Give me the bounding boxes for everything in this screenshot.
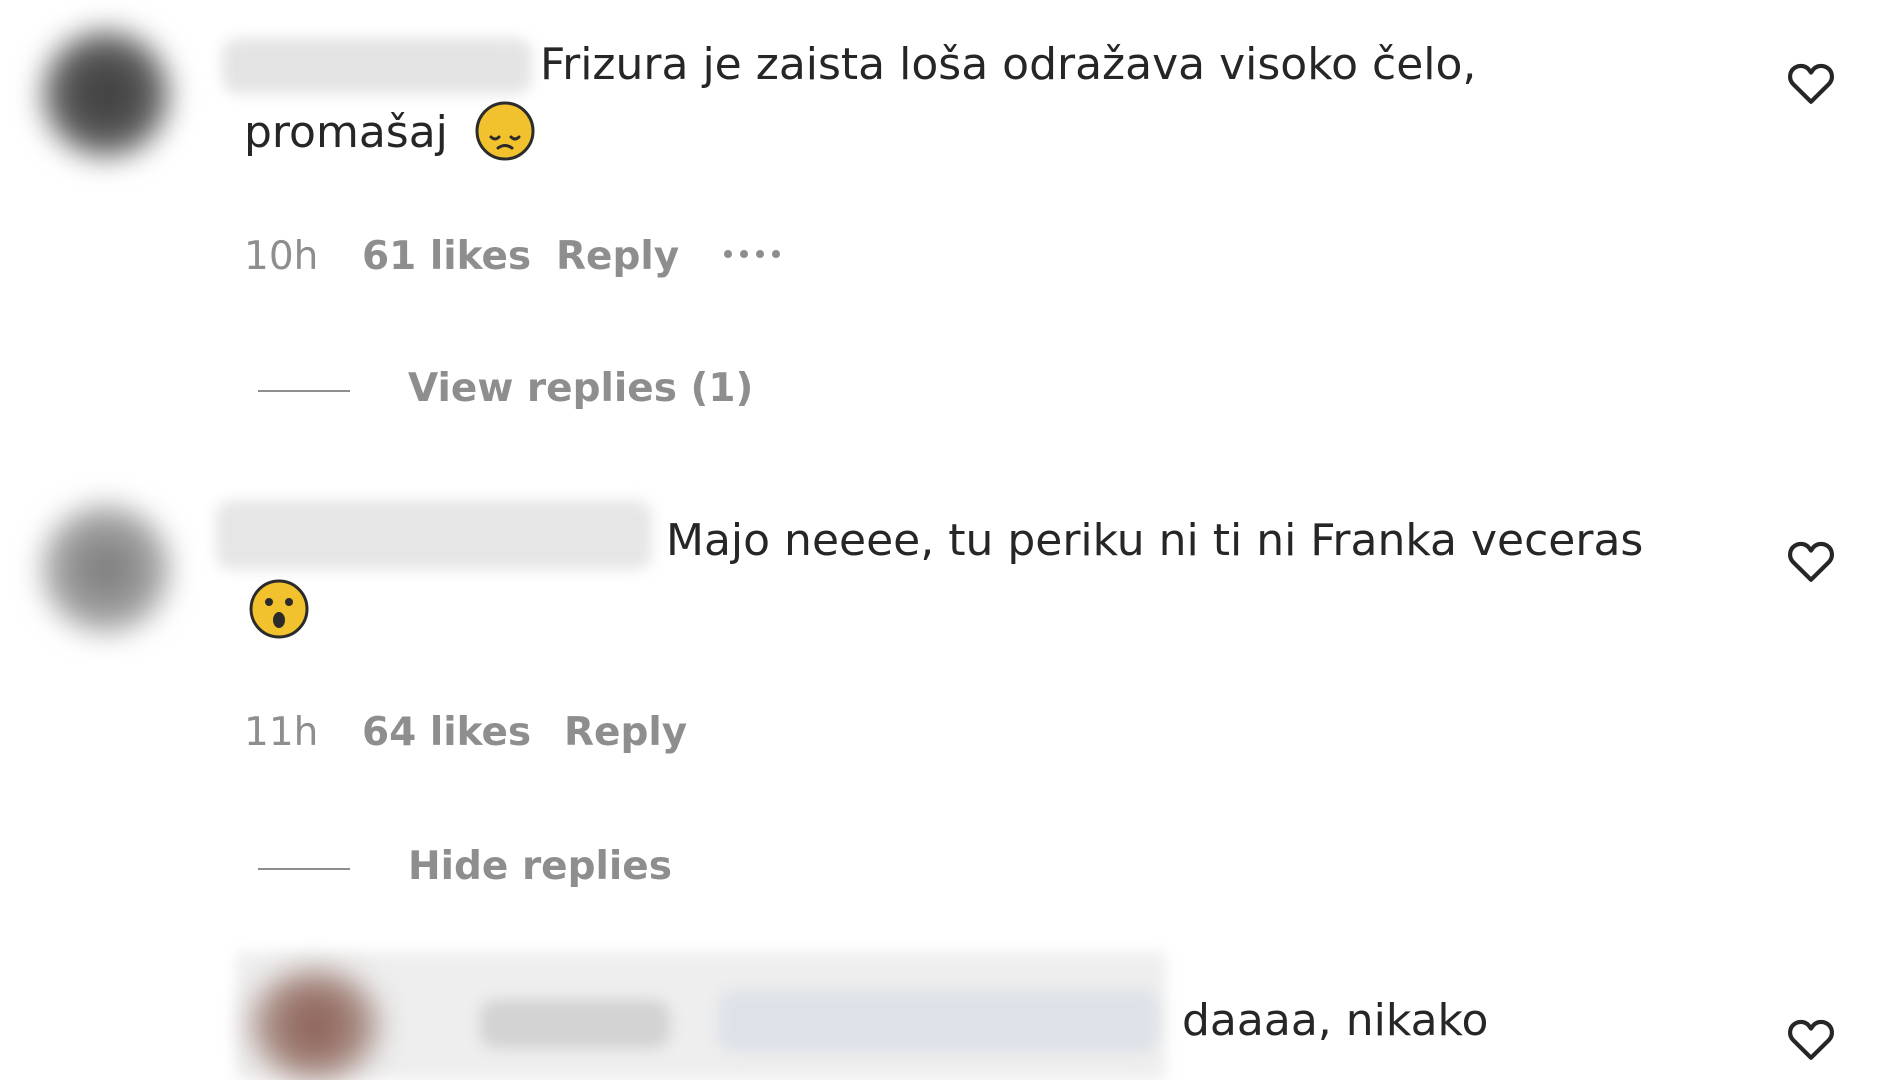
reply-button[interactable]: Reply <box>564 710 687 755</box>
reply-button[interactable]: Reply <box>556 234 679 279</box>
comment-text: Majo neeee, tu periku ni ti ni Franka ve… <box>666 508 1643 574</box>
comment-text-continued: promašaj <box>244 100 536 166</box>
mention-blurred[interactable] <box>718 990 1158 1052</box>
username-blurred[interactable] <box>222 38 532 94</box>
avatar[interactable] <box>42 30 170 158</box>
astonished-face-emoji <box>249 579 309 639</box>
username-blurred[interactable] <box>216 500 652 570</box>
username-blurred[interactable] <box>480 1000 670 1048</box>
like-heart-icon[interactable] <box>1786 60 1836 106</box>
comment-likes[interactable]: 61 likes <box>362 234 531 279</box>
thread-divider <box>258 868 350 870</box>
like-heart-icon[interactable] <box>1786 1016 1836 1062</box>
comment-text: Frizura je zaista loša odražava visoko č… <box>540 32 1476 98</box>
comment-emoji-line <box>248 579 310 644</box>
like-heart-icon[interactable] <box>1786 538 1836 584</box>
reply-text: daaaa, nikako <box>1182 995 1489 1046</box>
comment-text-line: Majo neeee, tu periku ni ti ni Franka ve… <box>666 515 1644 566</box>
avatar[interactable] <box>250 970 380 1080</box>
view-replies-button[interactable]: View replies (1) <box>408 366 753 411</box>
comment-likes[interactable]: 64 likes <box>362 710 531 755</box>
more-options-icon[interactable] <box>724 250 780 258</box>
thread-divider <box>258 390 350 392</box>
sad-face-emoji <box>475 101 535 161</box>
comment-text-line: promašaj <box>244 107 448 158</box>
avatar[interactable] <box>42 505 170 633</box>
comment-time: 10h <box>244 234 319 279</box>
hide-replies-button[interactable]: Hide replies <box>408 844 672 889</box>
comment-text-line: Frizura je zaista loša odražava visoko č… <box>540 39 1477 90</box>
comment-time: 11h <box>244 710 319 755</box>
